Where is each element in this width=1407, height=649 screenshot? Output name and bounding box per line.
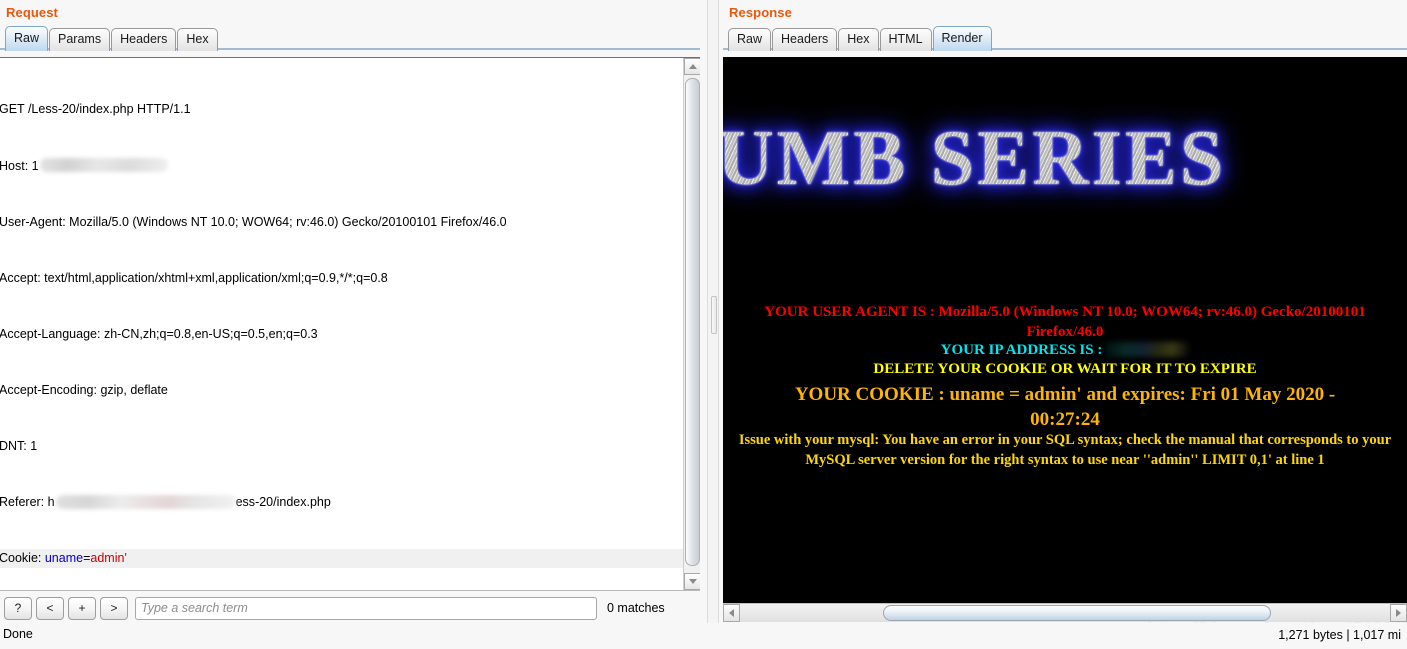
request-vertical-scrollbar[interactable] [683,58,700,590]
dumb-series-banner: DUMB SERIES [723,113,1407,203]
search-prev-button[interactable]: < [36,596,64,620]
search-match-count: 0 matches [607,601,665,615]
response-panel: Response Raw Headers Hex HTML Render DUM… [723,0,1407,649]
scroll-right-arrow-icon[interactable] [1390,604,1407,622]
search-help-button[interactable]: ? [4,596,32,620]
header-accept-encoding: Accept-Encoding: gzip, deflate [0,382,168,397]
status-bar: Done 1,271 bytes | 1,017 mi [0,623,1407,649]
header-cookie: Cookie: uname=admin' [0,549,693,568]
search-add-button[interactable]: + [68,596,96,620]
redacted-referer-value [55,494,236,509]
response-panel-title: Response [729,5,792,20]
cookie-value: admin' [90,551,127,566]
header-dnt: DNT: 1 [0,438,38,453]
panel-splitter[interactable] [707,0,719,649]
sql-error-line: Issue with your mysql: You have an error… [738,432,1392,468]
response-size-text: 1,271 bytes | 1,017 mi [1278,628,1401,642]
tab-response-headers[interactable]: Headers [772,28,838,51]
horizontal-scrollbar-thumb[interactable] [883,605,1271,621]
redacted-ip-value [1105,342,1190,358]
request-line: GET /Less-20/index.php HTTP/1.1 [0,102,191,117]
scroll-down-arrow-icon[interactable] [684,573,700,590]
request-search-toolbar: ? < + > 0 matches [0,593,700,623]
request-panel-title: Request [6,5,58,20]
search-next-button[interactable]: > [100,596,128,620]
cookie-key: uname [44,551,84,566]
burp-suite-window: Request Raw Params Headers Hex GET /Less… [0,0,1407,649]
status-text: Done [3,627,33,641]
request-raw-viewer[interactable]: GET /Less-20/index.php HTTP/1.1 Host: 1 … [0,57,700,591]
cookie-info-line: YOUR COOKIE : uname = admin' and expires… [794,384,1336,430]
scrollbar-thumb[interactable] [685,78,700,566]
response-render-viewport[interactable]: DUMB SERIES YOUR USER AGENT IS : Mozilla… [723,57,1407,603]
tab-response-html[interactable]: HTML [879,28,932,51]
delete-cookie-line: DELETE YOUR COOKIE OR WAIT FOR IT TO EXP… [873,361,1257,377]
tab-response-render[interactable]: Render [932,26,992,51]
header-referer: Referer: h ess-20/index.php [0,494,331,510]
tab-request-hex[interactable]: Hex [177,28,218,51]
tab-response-hex[interactable]: Hex [838,28,879,51]
header-user-agent: User-Agent: Mozilla/5.0 (Windows NT 10.0… [0,214,507,229]
header-accept: Accept: text/html,application/xhtml+xml,… [0,270,388,285]
request-header-text: GET /Less-20/index.php HTTP/1.1 Host: 1 … [0,63,693,590]
tab-request-params[interactable]: Params [49,28,111,51]
header-host: Host: 1 [0,157,687,176]
request-tabstrip: Raw Params Headers Hex [0,26,700,51]
tab-request-headers[interactable]: Headers [111,28,177,51]
search-input[interactable] [135,596,597,620]
response-tabstrip: Raw Headers Hex HTML Render [723,26,1407,51]
user-agent-line: YOUR USER AGENT IS : Mozilla/5.0 (Window… [764,304,1366,340]
header-accept-language: Accept-Language: zh-CN,zh;q=0.8,en-US;q=… [0,326,318,341]
response-horizontal-scrollbar[interactable] [723,603,1407,622]
scroll-up-arrow-icon[interactable] [684,58,700,75]
ip-address-line: YOUR IP ADDRESS IS : [723,341,1407,361]
redacted-host-value [39,158,168,173]
tab-response-raw[interactable]: Raw [728,28,772,51]
ip-address-label: YOUR IP ADDRESS IS : [940,342,1103,358]
scroll-left-arrow-icon[interactable] [723,604,740,622]
splitter-handle[interactable] [711,296,717,334]
tab-request-raw[interactable]: Raw [5,26,49,51]
request-panel: Request Raw Params Headers Hex GET /Less… [0,0,700,649]
